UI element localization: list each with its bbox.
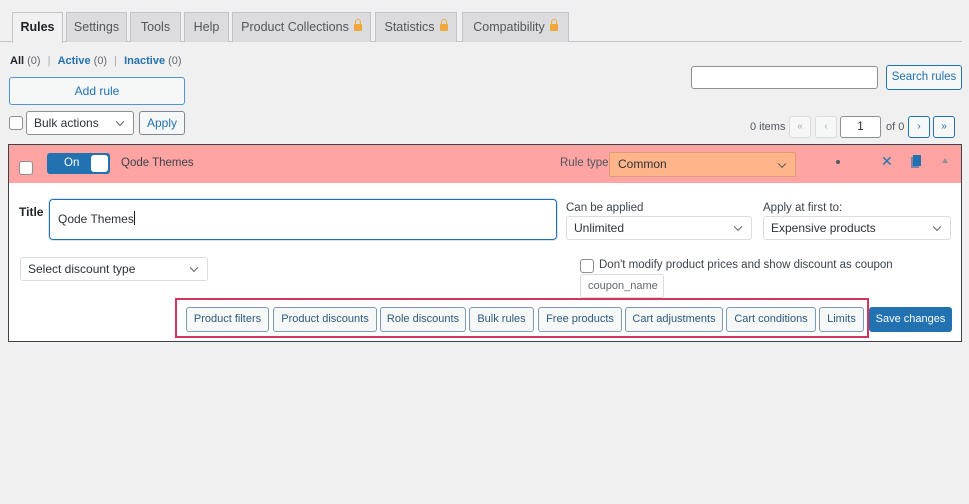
tab-label: Help xyxy=(193,20,220,34)
separator: | xyxy=(114,55,118,67)
product-discounts-button[interactable]: Product discounts xyxy=(273,307,377,332)
bulk-actions-select[interactable]: Bulk actions xyxy=(26,111,134,135)
tab-compatibility[interactable]: Compatibility xyxy=(462,12,569,42)
search-rules-button[interactable]: Search rules xyxy=(886,65,962,90)
can-be-applied-value: Unlimited xyxy=(574,221,625,235)
filter-inactive[interactable]: Inactive xyxy=(124,55,165,67)
title-label: Title xyxy=(19,205,44,219)
apply-first-select[interactable]: Expensive products xyxy=(763,216,951,240)
lock-icon xyxy=(353,19,362,32)
rule-type-label: Rule type xyxy=(560,157,609,169)
discount-type-value: Select discount type xyxy=(28,262,136,276)
tab-label: Rules xyxy=(20,20,55,34)
filter-active-count: (0) xyxy=(93,55,108,67)
tab-label: Product Collections xyxy=(241,20,349,34)
toggle-label: On xyxy=(64,157,80,169)
next-page-button[interactable]: › xyxy=(908,116,930,138)
current-page-input[interactable]: 1 xyxy=(840,116,881,138)
apply-button[interactable]: Apply xyxy=(139,111,185,135)
coupon-checkbox[interactable] xyxy=(580,259,594,273)
delete-rule-icon[interactable]: ✕ xyxy=(881,153,893,170)
separator: | xyxy=(47,55,51,67)
items-count: 0 items xyxy=(750,121,786,133)
can-be-applied-select[interactable]: Unlimited xyxy=(566,216,752,240)
rule-type-value: Common xyxy=(618,157,667,171)
rule-enabled-toggle[interactable]: On xyxy=(47,153,110,174)
title-input[interactable]: Qode Themes xyxy=(49,199,557,240)
prev-page-button: ‹ xyxy=(815,116,837,138)
tab-label: Compatibility xyxy=(473,20,545,34)
tab-help[interactable]: Help xyxy=(184,12,229,42)
tab-label: Tools xyxy=(140,20,171,34)
rule-name: Qode Themes xyxy=(121,157,194,169)
rule-select-checkbox[interactable] xyxy=(19,161,33,175)
apply-first-label: Apply at first to: xyxy=(763,202,843,214)
drag-handle-icon[interactable] xyxy=(836,160,840,164)
apply-first-value: Expensive products xyxy=(771,221,876,235)
tab-statistics[interactable]: Statistics xyxy=(375,12,457,42)
add-rule-button[interactable]: Add rule xyxy=(9,77,185,105)
cart-conditions-button[interactable]: Cart conditions xyxy=(726,307,816,332)
title-value: Qode Themes xyxy=(58,212,134,226)
lock-icon xyxy=(439,19,448,32)
tab-tools[interactable]: Tools xyxy=(130,12,181,42)
lock-icon xyxy=(549,19,558,32)
rule-panel: On Qode Themes Rule type Common ✕ Title … xyxy=(8,144,962,342)
save-changes-button[interactable]: Save changes xyxy=(869,307,952,332)
chevron-down-icon xyxy=(189,263,199,273)
free-products-button[interactable]: Free products xyxy=(538,307,622,332)
can-be-applied-label: Can be applied xyxy=(566,202,644,214)
text-caret xyxy=(133,211,135,225)
filter-all[interactable]: All xyxy=(10,55,24,67)
tab-bar: Rules Settings Tools Help Product Collec… xyxy=(0,12,962,43)
product-filters-button[interactable]: Product filters xyxy=(186,307,269,332)
limits-button[interactable]: Limits xyxy=(819,307,864,332)
chevron-down-icon xyxy=(932,222,942,232)
tab-label: Settings xyxy=(73,20,120,34)
chevron-down-icon xyxy=(733,222,743,232)
toggle-knob xyxy=(91,155,108,172)
rule-type-select[interactable]: Common xyxy=(609,152,796,177)
search-input[interactable] xyxy=(691,66,878,89)
cart-adjustments-button[interactable]: Cart adjustments xyxy=(625,307,723,332)
tab-settings[interactable]: Settings xyxy=(66,12,127,42)
tab-label: Statistics xyxy=(384,20,435,34)
tab-product-collections[interactable]: Product Collections xyxy=(232,12,371,42)
coupon-checkbox-label: Don't modify product prices and show dis… xyxy=(599,259,893,271)
total-pages: of 0 xyxy=(886,121,905,133)
copy-rule-icon[interactable] xyxy=(911,155,921,168)
coupon-name-input[interactable]: coupon_name xyxy=(580,274,664,298)
chevron-down-icon xyxy=(115,117,125,127)
select-all-checkbox[interactable] xyxy=(9,116,23,130)
first-page-button: « xyxy=(789,116,811,138)
filter-active[interactable]: Active xyxy=(58,55,91,67)
rule-header: On Qode Themes Rule type Common ✕ xyxy=(9,145,961,183)
filter-all-count: (0) xyxy=(27,55,41,67)
filter-inactive-count: (0) xyxy=(168,55,182,67)
tab-rules[interactable]: Rules xyxy=(12,12,63,43)
role-discounts-button[interactable]: Role discounts xyxy=(380,307,466,332)
bulk-actions-value: Bulk actions xyxy=(34,116,99,130)
discount-type-select[interactable]: Select discount type xyxy=(20,257,208,281)
collapse-arrow-icon[interactable] xyxy=(942,158,948,163)
last-page-button[interactable]: » xyxy=(933,116,955,138)
chevron-down-icon xyxy=(777,159,787,168)
status-filters: All (0) | Active (0) | Inactive (0) xyxy=(10,55,182,67)
bulk-rules-button[interactable]: Bulk rules xyxy=(469,307,534,332)
